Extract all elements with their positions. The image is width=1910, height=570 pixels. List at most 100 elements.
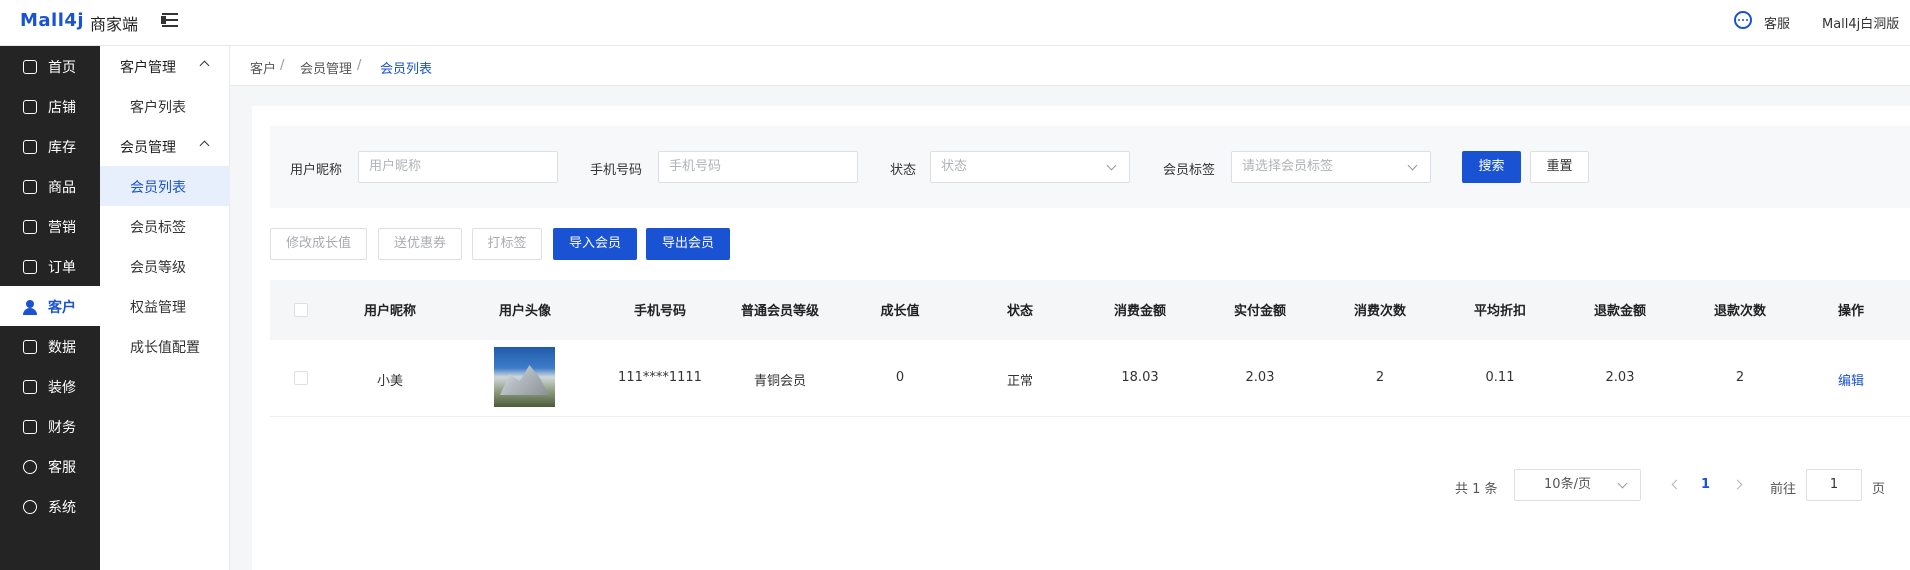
- nav-data[interactable]: 数据: [0, 326, 100, 366]
- sub-item-customer-list[interactable]: 客户列表: [100, 86, 230, 126]
- nav-order[interactable]: 订单: [0, 246, 100, 286]
- inventory-icon: [23, 140, 37, 154]
- product-icon: [23, 180, 37, 194]
- cell-discount: 0.11: [1485, 370, 1515, 385]
- nav-customer[interactable]: 客户: [0, 286, 100, 326]
- home-icon: [23, 60, 37, 74]
- edit-link[interactable]: 编辑: [1838, 370, 1864, 389]
- nav-inventory[interactable]: 库存: [0, 126, 100, 166]
- nav-system[interactable]: 系统: [0, 486, 100, 526]
- col-growth: 成长值: [880, 304, 920, 319]
- col-refund-times: 退款次数: [1713, 304, 1767, 319]
- cell-level: 青铜会员: [753, 374, 807, 389]
- collapse-menu-icon[interactable]: [160, 11, 180, 31]
- decorate-icon: [23, 380, 37, 394]
- send-coupon-button[interactable]: 送优惠券: [378, 228, 462, 260]
- cell-nickname: 小美: [376, 374, 404, 389]
- col-operation: 操作: [1837, 304, 1865, 319]
- nav-product[interactable]: 商品: [0, 166, 100, 206]
- cell-refund-times: 2: [1735, 370, 1745, 385]
- nav-store[interactable]: 店铺: [0, 86, 100, 126]
- page-number-current[interactable]: 1: [1701, 477, 1710, 492]
- sub-item-member-level[interactable]: 会员等级: [100, 246, 230, 286]
- nav-decorate[interactable]: 装修: [0, 366, 100, 406]
- logo[interactable]: Mall4j: [20, 10, 84, 31]
- chevron-down-icon: [1106, 160, 1117, 171]
- breadcrumb-customer[interactable]: 客户: [250, 58, 276, 77]
- sub-sidebar: 客户管理 客户列表 会员管理 会员列表 会员标签 会员等级 权益管理 成长值配置: [100, 46, 230, 570]
- breadcrumb-separator: /: [280, 58, 285, 73]
- sub-item-member-list[interactable]: 会员列表: [100, 166, 230, 206]
- row-divider: [270, 416, 1910, 417]
- tag-select[interactable]: 请选择会员标签: [1231, 151, 1431, 183]
- nav-home[interactable]: 首页: [0, 46, 100, 86]
- chevron-up-icon: [199, 60, 210, 71]
- nav-service[interactable]: 客服: [0, 446, 100, 486]
- cell-times: 2: [1375, 370, 1385, 385]
- sub-group-customer[interactable]: 客户管理: [100, 46, 230, 86]
- breadcrumb-current: 会员列表: [380, 62, 433, 77]
- breadcrumb: 客户 / 会员管理 / 会员列表: [230, 46, 1910, 86]
- sub-item-benefits[interactable]: 权益管理: [100, 286, 230, 326]
- col-refund: 退款金额: [1593, 304, 1647, 319]
- cell-paid: 2.03: [1245, 370, 1275, 385]
- store-icon: [23, 100, 37, 114]
- top-header: Mall4j 商家端 客服 Mall4j白洞版: [0, 0, 1910, 46]
- status-label: 状态: [890, 163, 917, 178]
- page-size-value: 10条/页: [1544, 477, 1591, 492]
- sub-item-member-tags[interactable]: 会员标签: [100, 206, 230, 246]
- customer-service-link[interactable]: 客服: [1764, 13, 1790, 32]
- modify-growth-button[interactable]: 修改成长值: [270, 228, 367, 260]
- sub-item-growth-config[interactable]: 成长值配置: [100, 326, 230, 366]
- chat-icon: [23, 460, 37, 474]
- cell-consume: 18.03: [1121, 370, 1159, 385]
- col-paid: 实付金额: [1233, 304, 1287, 319]
- breadcrumb-separator: /: [357, 58, 362, 73]
- select-all-checkbox[interactable]: [294, 303, 308, 317]
- chevron-down-icon: [1617, 478, 1628, 489]
- status-select[interactable]: 状态: [930, 151, 1130, 183]
- tag-button[interactable]: 打标签: [472, 228, 542, 260]
- nickname-input[interactable]: 用户昵称: [358, 151, 558, 183]
- nickname-label: 用户昵称: [290, 163, 343, 178]
- export-members-button[interactable]: 导出会员: [646, 228, 730, 260]
- chart-icon: [23, 340, 37, 354]
- col-nickname: 用户昵称: [363, 304, 417, 319]
- page-unit-label: 页: [1872, 482, 1886, 497]
- tag-select-value: 请选择会员标签: [1242, 159, 1334, 174]
- cell-growth: 0: [895, 370, 905, 385]
- col-times: 消费次数: [1353, 304, 1407, 319]
- settings-icon: [23, 500, 37, 514]
- reset-button[interactable]: 重置: [1530, 151, 1589, 183]
- user-avatar: [494, 347, 555, 407]
- search-button[interactable]: 搜索: [1462, 151, 1521, 183]
- gift-icon: [23, 220, 37, 234]
- main-sidebar: 首页 店铺 库存 商品 营销 订单 客户 数据 装修 财务 客服 系统: [0, 46, 100, 570]
- sub-group-member[interactable]: 会员管理: [100, 126, 230, 166]
- status-select-value: 状态: [941, 159, 968, 174]
- col-level: 普通会员等级: [740, 304, 820, 319]
- breadcrumb-member-mgmt[interactable]: 会员管理: [300, 58, 352, 77]
- chevron-down-icon: [1407, 160, 1418, 171]
- phone-input[interactable]: 手机号码: [658, 151, 858, 183]
- nav-marketing[interactable]: 营销: [0, 206, 100, 246]
- row-checkbox[interactable]: [294, 371, 308, 385]
- chevron-up-icon: [199, 140, 210, 151]
- pagination-total: 共 1 条: [1455, 482, 1498, 497]
- goto-label: 前往: [1770, 482, 1797, 497]
- col-avatar: 用户头像: [498, 304, 552, 319]
- import-members-button[interactable]: 导入会员: [553, 228, 637, 260]
- col-status: 状态: [1006, 304, 1034, 319]
- phone-label: 手机号码: [590, 163, 643, 178]
- version-menu[interactable]: Mall4j白洞版: [1822, 13, 1899, 32]
- cell-phone: 111****1111: [618, 370, 702, 385]
- col-discount: 平均折扣: [1473, 304, 1527, 319]
- user-icon: [23, 300, 37, 315]
- order-icon: [23, 260, 37, 274]
- nav-finance[interactable]: 财务: [0, 406, 100, 446]
- brand-subtitle: 商家端: [90, 15, 139, 34]
- goto-page-input[interactable]: 1: [1806, 469, 1862, 501]
- col-consume: 消费金额: [1113, 304, 1167, 319]
- page-size-select[interactable]: 10条/页: [1514, 469, 1641, 501]
- customer-service-icon[interactable]: [1734, 11, 1752, 29]
